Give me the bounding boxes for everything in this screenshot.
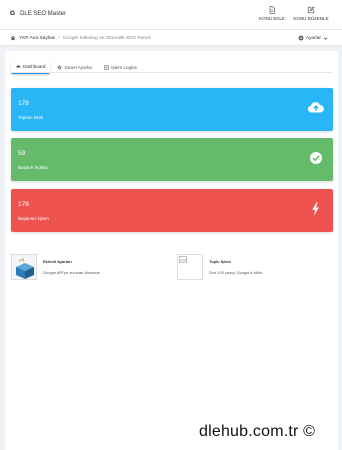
stat-successful-index-label: Başarılı İndeks: [18, 165, 48, 170]
stat-failed-operations-label: Başarısız İşlem: [18, 216, 49, 221]
bolt-icon: [312, 202, 319, 216]
stat-total-requests-label: Toplam İstek: [18, 115, 44, 120]
add-topic-button[interactable]: KONU EKLE: [254, 6, 290, 21]
content-panel: Dashboard Genel Ayarlar İşlem Logları 17…: [5, 51, 338, 450]
info-plugin-settings[interactable]: Eklenti Ayarları Google API'ye sunulan d…: [11, 254, 101, 280]
stat-successful-index-value: 59: [18, 150, 26, 157]
brand[interactable]: G DLE SEO Master: [10, 10, 66, 17]
plugin-settings-desc: Google API'ye sunulan düzende.: [43, 270, 101, 275]
plugin-settings-image: [11, 254, 37, 280]
info-bulk-operation[interactable]: Toplu İşlem Son 100 yazıyı Google'a bild…: [177, 254, 263, 280]
chevron-down-icon: [323, 37, 328, 40]
breadcrumb-current: Google Indexing ve Otomatik SEO Paneli: [62, 35, 151, 41]
watermark: dlehub.com.tr ©: [199, 423, 316, 440]
top-bar: G DLE SEO Master KONU EKLE KONU DÜZENLE: [0, 0, 342, 30]
settings-label: Ayarlar: [305, 35, 321, 41]
bulk-operation-title: Toplu İşlem: [209, 259, 231, 264]
breadcrumb-home[interactable]: YKP Ana Sayfası: [19, 36, 55, 41]
edit-icon: [307, 6, 315, 14]
stat-failed-operations-value: 178: [18, 201, 29, 208]
breadcrumb-separator: /: [58, 35, 60, 41]
broken-image-icon: [179, 256, 187, 263]
dashboard-icon: [16, 65, 21, 68]
box-illustration-icon: [12, 255, 36, 279]
plugin-settings-title: Eklenti Ayarları: [43, 259, 72, 264]
stat-failed-operations: 178 Başarısız İşlem: [11, 189, 333, 232]
bulk-operation-desc: Son 100 yazıyı Google'a bildir.: [209, 270, 263, 275]
gear-icon: [298, 35, 304, 41]
bulk-operation-text: Toplu İşlem Son 100 yazıyı Google'a bild…: [209, 254, 263, 280]
add-topic-label: KONU EKLE: [259, 16, 285, 21]
tab-general-settings-label: Genel Ayarlar: [64, 64, 93, 70]
file-icon: [269, 6, 275, 14]
settings-dropdown[interactable]: Ayarlar: [298, 35, 328, 41]
breadcrumb-bar: YKP Ana Sayfası / Google Indexing ve Oto…: [0, 30, 342, 46]
stat-total-requests: 178 Toplam İstek: [11, 88, 333, 131]
tab-divider: [10, 72, 333, 73]
gear-icon: [57, 64, 63, 70]
check-circle-icon: [310, 152, 322, 164]
tab-dashboard-label: Dashboard: [23, 64, 46, 69]
brand-logo: G: [10, 10, 16, 17]
plugin-settings-text: Eklenti Ayarları Google API'ye sunulan d…: [43, 254, 101, 280]
edit-topic-button[interactable]: KONU DÜZENLE: [293, 6, 329, 21]
tab-logs-label: İşlem Logları: [111, 64, 138, 70]
edit-topic-label: KONU DÜZENLE: [293, 16, 329, 21]
app-title: DLE SEO Master: [20, 10, 67, 17]
stat-total-requests-value: 178: [18, 100, 29, 107]
bulk-operation-image: [177, 254, 203, 280]
breadcrumb: YKP Ana Sayfası / Google Indexing ve Oto…: [10, 35, 151, 41]
stat-successful-index: 59 Başarılı İndeks: [11, 138, 333, 181]
home-icon: [10, 35, 16, 41]
log-icon: [104, 65, 109, 69]
cloud-upload-icon: [307, 102, 324, 113]
